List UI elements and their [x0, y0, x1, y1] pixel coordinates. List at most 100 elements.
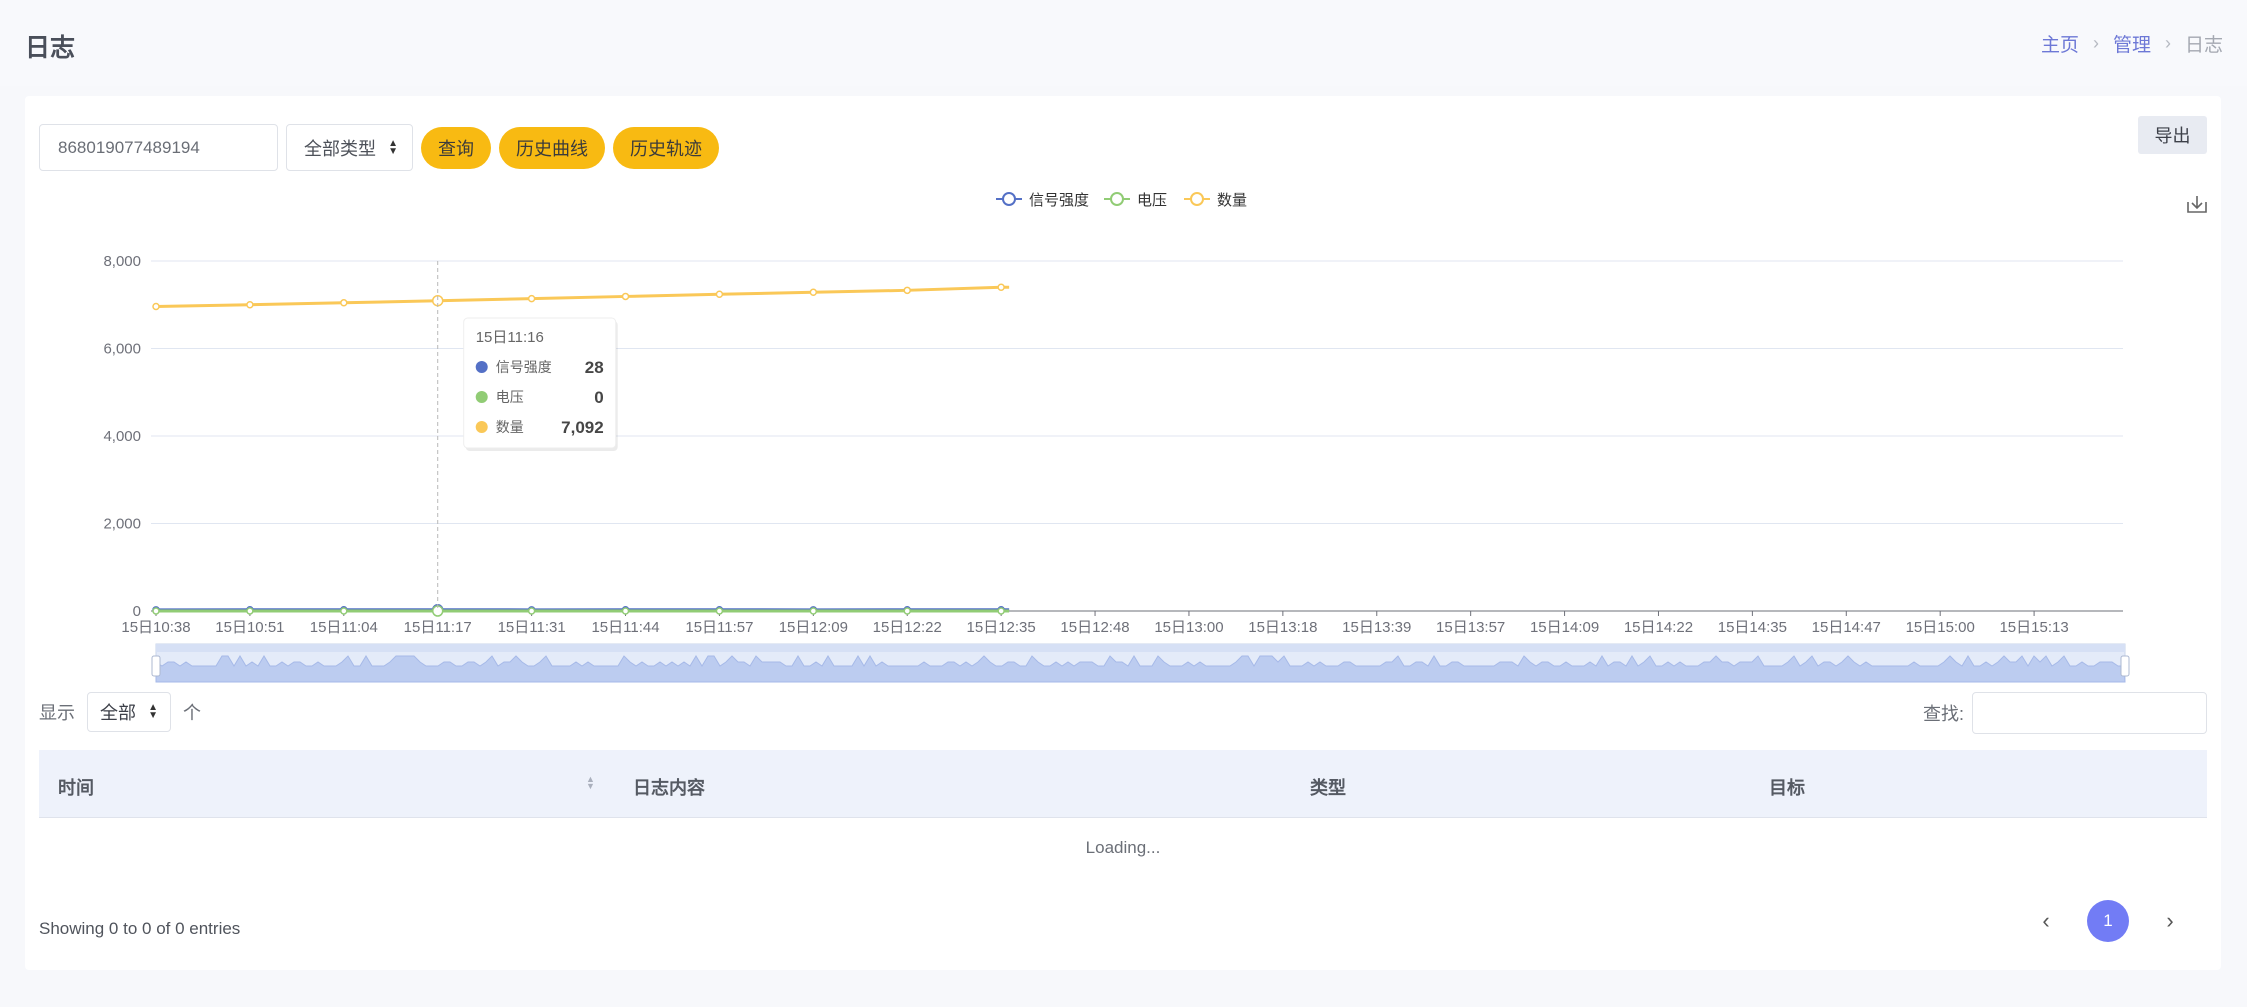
chart-tooltip: 15日11:16 信号强度 28 电压 0 数量 7,092 — [463, 317, 618, 451]
x-tick-label: 15日12:22 — [873, 619, 942, 636]
chevron-right-icon: › — [2164, 33, 2171, 53]
data-point[interactable] — [152, 607, 160, 615]
x-tick-label: 15日13:00 — [1154, 619, 1223, 636]
x-tick-label: 15日13:18 — [1248, 619, 1317, 636]
length-control: 显示 全部 ▲ ▼ 个 — [39, 692, 201, 732]
data-point[interactable] — [340, 607, 348, 615]
search-label: 查找: — [1922, 704, 1964, 724]
chart-legend: 信号强度 电压 数量 — [996, 192, 1247, 209]
search-control: 查找: — [1923, 692, 2207, 734]
legend-marker — [1190, 192, 1204, 206]
x-tick-label: 15日12:35 — [967, 619, 1036, 636]
tooltip-series-name: 信号强度 — [496, 359, 552, 375]
y-tick-label: 8,000 — [103, 253, 141, 270]
x-tick-label: 15日11:31 — [498, 619, 566, 636]
x-axis: 15日10:38 15日10:51 15日11:04 15日11:17 15日11:31… — [121, 611, 2069, 636]
tooltip-value: 0 — [594, 388, 603, 407]
length-prefix: 显示 — [39, 703, 75, 723]
sort-icon[interactable]: ▲ ▼ — [586, 775, 595, 791]
data-point[interactable] — [340, 299, 348, 307]
data-point[interactable] — [997, 607, 1005, 615]
x-tick-label: 15日11:04 — [310, 619, 378, 636]
tooltip-value: 28 — [585, 358, 604, 377]
download-icon[interactable] — [2187, 196, 2207, 213]
data-point[interactable] — [997, 283, 1005, 291]
x-tick-label: 15日14:47 — [1812, 619, 1881, 636]
page-button-current[interactable]: 1 — [2087, 900, 2129, 942]
tooltip-marker — [475, 391, 488, 403]
data-point[interactable] — [809, 288, 818, 297]
column-header-content[interactable]: 日志内容 — [633, 774, 705, 800]
tooltip-marker — [475, 421, 488, 433]
column-header-target[interactable]: 目标 — [1769, 774, 1805, 800]
data-point[interactable] — [152, 302, 160, 311]
breadcrumb: 主页 › 管理 › 日志 — [2041, 30, 2223, 57]
data-point[interactable] — [809, 607, 818, 615]
length-suffix: 个 — [183, 703, 201, 723]
table-header: 时间 ▲ ▼ 日志内容 类型 目标 — [39, 750, 2207, 818]
tooltip-series-name: 电压 — [496, 389, 524, 405]
legend-label[interactable]: 信号强度 — [1029, 192, 1089, 209]
breadcrumb-current: 日志 — [2184, 35, 2223, 56]
y-tick-label: 0 — [133, 603, 141, 620]
tooltip-value: 7,092 — [561, 418, 604, 437]
x-tick-label: 15日13:57 — [1436, 619, 1505, 636]
column-header-time[interactable]: 时间 — [58, 774, 94, 800]
x-tick-label: 15日12:09 — [779, 619, 848, 636]
x-tick-label: 15日15:00 — [1906, 619, 1975, 636]
column-header-type[interactable]: 类型 — [1310, 774, 1346, 800]
chevron-right-icon: › — [2092, 33, 2099, 53]
prev-page-icon[interactable]: ‹ — [2025, 908, 2067, 934]
page-length-select[interactable]: 全部 ▲ ▼ — [87, 692, 171, 732]
next-page-icon[interactable]: › — [2149, 908, 2191, 934]
y-tick-label: 4,000 — [103, 428, 141, 445]
legend-marker — [1110, 192, 1124, 206]
legend-label[interactable]: 电压 — [1137, 192, 1167, 209]
pagination: ‹ 1 › — [2025, 900, 2191, 942]
data-point[interactable] — [715, 607, 724, 615]
x-tick-label: 15日13:39 — [1342, 619, 1411, 636]
data-point[interactable] — [621, 607, 630, 615]
tooltip-series-name: 数量 — [496, 419, 524, 435]
x-tick-label: 15日12:48 — [1060, 619, 1129, 636]
page-header: 日志 主页 › 管理 › 日志 — [0, 0, 2247, 86]
series-line — [155, 285, 1010, 308]
breadcrumb-home[interactable]: 主页 — [2041, 30, 2079, 57]
x-tick-label: 15日11:17 — [404, 619, 472, 636]
legend-marker — [1002, 192, 1016, 206]
x-tick-label: 15日14:35 — [1718, 619, 1787, 636]
sort-caret-icon: ▲ ▼ — [148, 702, 158, 721]
data-point[interactable] — [246, 607, 254, 615]
loading-text: Loading... — [1085, 838, 1161, 857]
page-length-value: 全部 — [100, 703, 136, 723]
data-point[interactable] — [903, 286, 911, 295]
chart: 信号强度 电压 数量 02,0004,0006,0008,000 15日10:38 1… — [103, 192, 2207, 683]
x-tick-label: 15日11:44 — [591, 619, 659, 636]
y-tick-label: 2,000 — [103, 516, 141, 533]
x-tick-label: 15日14:22 — [1624, 619, 1693, 636]
datazoom-right-handle[interactable] — [2120, 655, 2130, 677]
log-card: 全部类型 ▲▼ 查询 历史曲线 历史轨迹 导出 信号强度电压数量 02,0004… — [25, 96, 2221, 970]
data-point[interactable] — [527, 294, 536, 303]
tooltip-marker — [475, 361, 488, 373]
data-point[interactable] — [527, 607, 536, 615]
x-tick-label: 15日14:09 — [1530, 619, 1599, 636]
chart-grid — [151, 260, 2123, 612]
breadcrumb-manage[interactable]: 管理 — [2113, 30, 2151, 57]
y-tick-label: 6,000 — [103, 341, 141, 358]
x-tick-label: 15日10:51 — [215, 619, 284, 636]
datazoom-left-handle[interactable] — [151, 655, 161, 677]
x-tick-label: 15日11:57 — [685, 619, 753, 636]
x-tick-label: 15日10:38 — [121, 619, 190, 636]
data-point[interactable] — [715, 290, 724, 298]
datazoom-slider[interactable] — [151, 643, 2130, 683]
page-title: 日志 — [25, 34, 76, 62]
data-point[interactable] — [903, 607, 911, 615]
data-point[interactable] — [621, 292, 630, 301]
legend-label[interactable]: 数量 — [1217, 192, 1247, 209]
table-info: Showing 0 to 0 of 0 entries — [39, 919, 241, 938]
search-input[interactable] — [1972, 692, 2207, 734]
tooltip-title: 15日11:16 — [476, 329, 544, 346]
data-point[interactable] — [246, 301, 254, 309]
y-axis: 0 2,000 4,000 6,000 8,000 — [103, 253, 141, 620]
